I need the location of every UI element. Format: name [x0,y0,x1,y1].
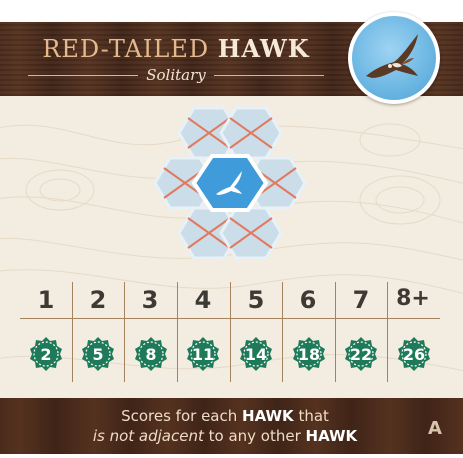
points-value: 22 [349,344,373,364]
rule-text: that [293,407,329,425]
rule-animal: HAWK [305,427,358,445]
rule-condition: is not adjacent [92,427,204,445]
hawk-count-3: 3 [141,286,159,314]
sky-background [352,16,436,100]
hawk-count-8-plus: 8+ [396,286,430,311]
hawk-count-1: 1 [37,286,55,314]
hawk-count-6: 6 [299,286,317,314]
points-seal: 26 [396,336,432,372]
title-prefix: RED-TAILED [42,35,218,63]
scoring-card: RED-TAILED HAWK Solitary 1 2 3 4 5 6 7 8… [0,0,463,458]
points-seal: 11 [185,336,221,372]
subtitle-rule-right [213,74,324,76]
rule-text: to any other [203,427,306,445]
hawk-count-4: 4 [194,286,212,314]
points-seal: 8 [133,336,169,372]
points-seal: 22 [343,336,379,372]
rule-line-1: Scores for each HAWK that [40,406,410,426]
subtitle-row: Solitary [28,64,324,86]
hawk-count-5: 5 [247,286,265,314]
points-value: 8 [145,344,157,364]
points-seal: 14 [238,336,274,372]
score-table: 1 2 3 4 5 6 7 8+ 2 5 8 11 14 18 22 26 [20,282,440,390]
bottom-margin [0,454,463,458]
points-seal: 2 [28,336,64,372]
rule-line-2: is not adjacent to any other HAWK [40,426,410,446]
center-hex-hawk [191,154,269,212]
points-value: 18 [297,344,321,364]
rule-animal: HAWK [242,407,294,425]
neighbor-hex-bottom-right [219,206,283,260]
hawk-in-sky-icon [366,34,418,78]
title-animal: HAWK [217,34,310,63]
adjacency-diagram [153,106,307,260]
scoring-rule-text: Scores for each HAWK that is not adjacen… [40,406,410,446]
card-subtitle: Solitary [146,66,206,84]
subtitle-rule-left [28,74,139,76]
hawk-badge [348,12,440,104]
points-seal: 18 [291,336,327,372]
neighbor-hex-top-right [219,106,283,160]
hawk-count-7: 7 [352,286,370,314]
points-value: 26 [402,344,426,364]
points-seal: 5 [80,336,116,372]
points-value: 5 [92,344,104,364]
points-value: 2 [40,344,52,364]
card-title: RED-TAILED HAWK [20,34,332,63]
points-value: 14 [244,344,268,364]
hawk-count-2: 2 [89,286,107,314]
variant-letter: A [428,418,442,439]
rule-text: Scores for each [121,407,243,425]
points-value: 11 [191,344,215,364]
